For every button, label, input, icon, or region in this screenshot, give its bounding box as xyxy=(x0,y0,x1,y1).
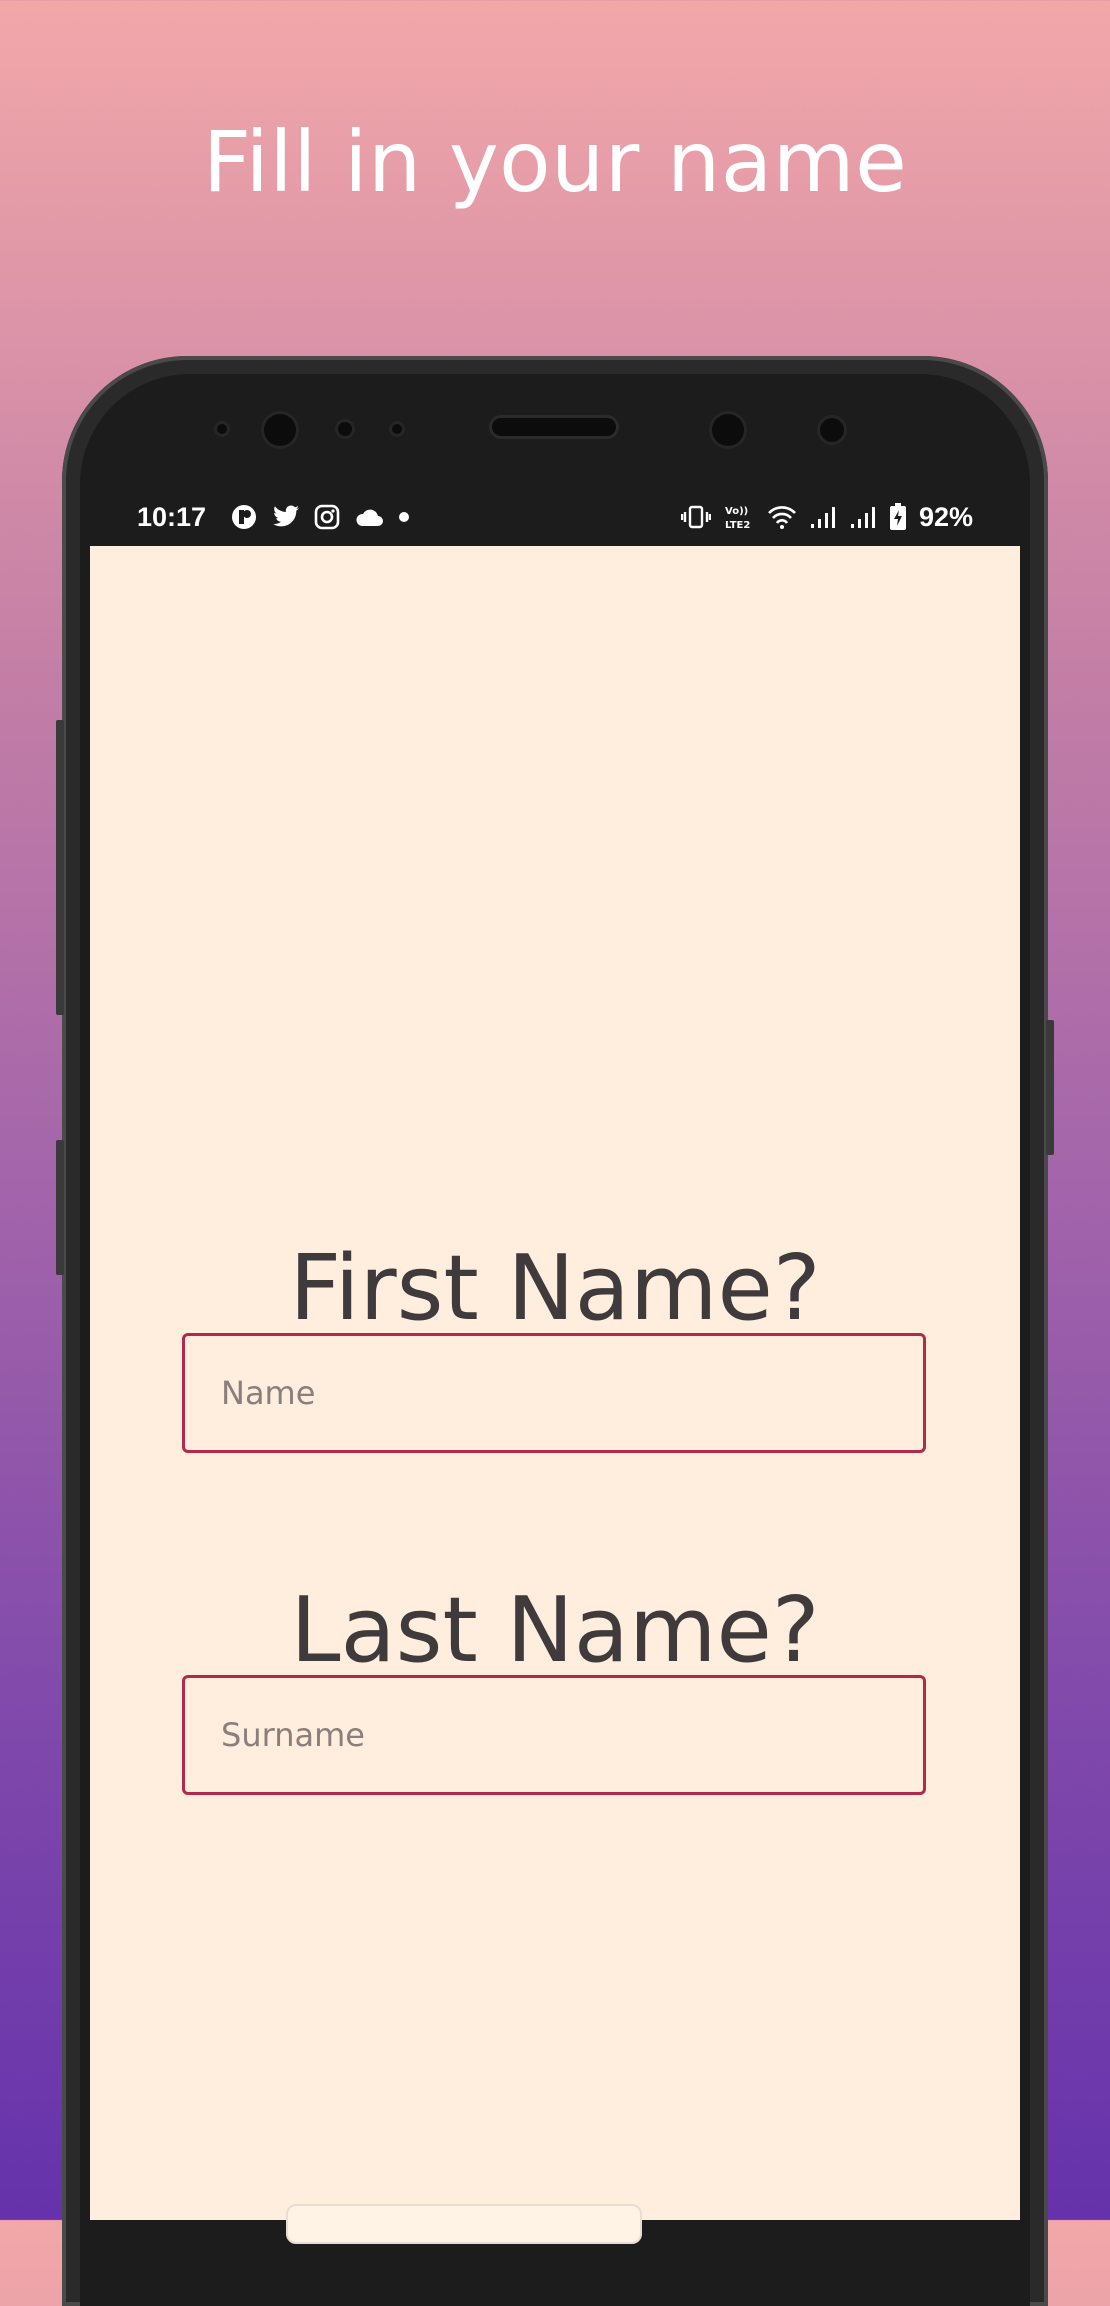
signal-2-icon xyxy=(849,504,877,530)
front-sensor-icon xyxy=(392,424,402,434)
status-bar: 10:17 Vo)) LTE2 92% xyxy=(90,490,1020,544)
power-button[interactable] xyxy=(1046,1020,1054,1155)
volte-lte2-icon: Vo)) LTE2 xyxy=(723,503,755,531)
earpiece-speaker xyxy=(492,418,616,436)
instagram-icon xyxy=(314,504,340,530)
battery-charging-icon xyxy=(889,503,907,531)
last-name-input[interactable] xyxy=(182,1675,926,1795)
front-sensor-icon xyxy=(217,424,227,434)
side-button[interactable] xyxy=(56,1140,64,1275)
first-name-input[interactable] xyxy=(182,1333,926,1453)
front-sensor-icon xyxy=(820,418,844,442)
app-notification-icon xyxy=(230,503,258,531)
svg-text:Vo)): Vo)) xyxy=(725,506,748,517)
front-camera-icon xyxy=(712,414,744,446)
last-name-question: Last Name? xyxy=(290,1578,820,1683)
front-sensor-icon xyxy=(338,422,352,436)
status-bar-left: 10:17 xyxy=(137,502,410,533)
app-screen: First Name? Last Name? xyxy=(90,546,1020,2220)
status-bar-right: Vo)) LTE2 92% xyxy=(680,501,973,533)
more-notifications-dot-icon xyxy=(398,511,410,523)
signal-1-icon xyxy=(809,504,837,530)
first-name-question: First Name? xyxy=(289,1236,821,1341)
continue-button[interactable] xyxy=(286,2204,642,2244)
battery-percent: 92% xyxy=(918,501,973,532)
promo-title: Fill in your name xyxy=(202,113,908,211)
status-time: 10:17 xyxy=(137,501,207,532)
twitter-icon xyxy=(272,504,300,530)
vibrate-icon xyxy=(680,504,711,530)
front-camera-icon xyxy=(264,414,296,446)
volume-button[interactable] xyxy=(56,720,64,1015)
svg-text:LTE2: LTE2 xyxy=(725,520,750,531)
wifi-icon xyxy=(767,504,797,530)
cloud-icon xyxy=(354,506,384,528)
